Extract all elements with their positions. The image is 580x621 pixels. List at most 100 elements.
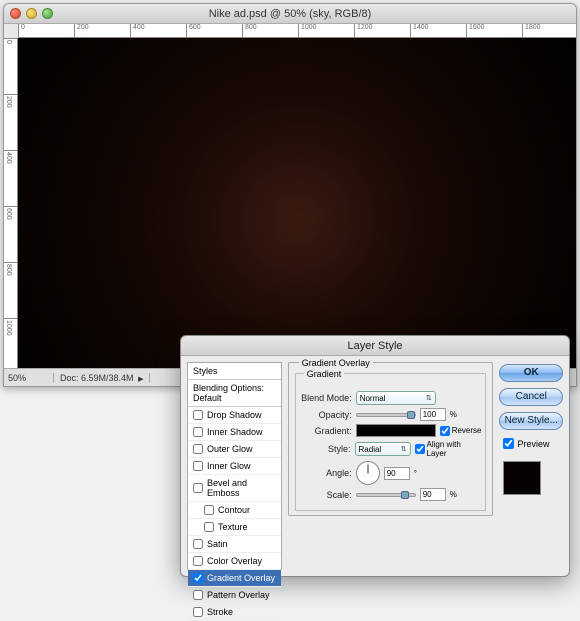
chevron-right-icon: ▶: [138, 376, 143, 383]
doc-info-text: Doc: 6.59M/38.4M: [60, 373, 134, 383]
cancel-button[interactable]: Cancel: [499, 388, 563, 406]
style-pattern-overlay[interactable]: Pattern Overlay: [188, 587, 281, 604]
blending-options[interactable]: Blending Options: Default: [188, 380, 281, 407]
style-label: Drop Shadow: [207, 410, 262, 420]
style-contour[interactable]: Contour: [188, 502, 281, 519]
chevron-down-icon: ⇅: [401, 445, 407, 453]
group-label: Gradient Overlay: [299, 358, 373, 368]
window-title: Nike ad.psd @ 50% (sky, RGB/8): [4, 8, 576, 20]
new-style-button[interactable]: New Style...: [499, 412, 563, 430]
style-color-overlay[interactable]: Color Overlay: [188, 553, 281, 570]
checkbox[interactable]: [193, 573, 203, 583]
angle-input[interactable]: [384, 467, 410, 480]
label-style: Style:: [300, 444, 351, 454]
blend-mode-select[interactable]: Normal ⇅: [356, 391, 436, 405]
slider-thumb[interactable]: [401, 491, 409, 499]
scale-slider[interactable]: [356, 493, 416, 497]
checkbox[interactable]: [193, 427, 203, 437]
row-gradient: Gradient: ▾ Reverse: [300, 424, 482, 437]
ok-button[interactable]: OK: [499, 364, 563, 382]
checkbox[interactable]: [193, 590, 203, 600]
canvas-area[interactable]: [18, 38, 576, 368]
checkbox[interactable]: [193, 410, 203, 420]
minimize-icon[interactable]: [26, 8, 37, 19]
checkbox[interactable]: [415, 444, 425, 454]
style-label: Inner Shadow: [207, 427, 263, 437]
style-select[interactable]: Radial ⇅: [355, 442, 411, 456]
titlebar[interactable]: Nike ad.psd @ 50% (sky, RGB/8): [4, 4, 576, 24]
row-style: Style: Radial ⇅ Align with Layer: [300, 440, 482, 458]
dialog-title[interactable]: Layer Style: [181, 336, 569, 356]
checkbox[interactable]: [193, 556, 203, 566]
checkbox[interactable]: [193, 539, 203, 549]
reverse-checkbox[interactable]: Reverse: [440, 426, 482, 436]
ruler-vertical[interactable]: 02004006008001000: [4, 38, 18, 368]
ruler-tick: 400: [4, 150, 17, 151]
dialog-buttons: OK Cancel New Style... Preview: [499, 362, 563, 570]
style-outer-glow[interactable]: Outer Glow: [188, 441, 281, 458]
document-window: Nike ad.psd @ 50% (sky, RGB/8) 020040060…: [3, 3, 577, 387]
ruler-tick: 1000: [298, 24, 299, 37]
style-label: Contour: [218, 505, 250, 515]
gradient-group: Gradient Blend Mode: Normal ⇅ Opacity: %: [295, 373, 487, 511]
slider-thumb[interactable]: [407, 411, 415, 419]
label-gradient: Gradient:: [300, 426, 352, 436]
checkbox-label: Preview: [517, 439, 549, 449]
ruler-tick: 600: [4, 206, 17, 207]
ruler-tick: 600: [186, 24, 187, 37]
style-label: Gradient Overlay: [207, 573, 275, 583]
select-value: Radial: [359, 445, 382, 454]
pct-label: %: [450, 490, 457, 499]
angle-dial[interactable]: [356, 461, 380, 485]
dialog-body: Styles Blending Options: Default Drop Sh…: [181, 356, 569, 576]
ruler-horizontal[interactable]: 020040060080010001200140016001800: [18, 24, 576, 38]
align-checkbox[interactable]: Align with Layer: [415, 440, 482, 458]
checkbox[interactable]: [193, 461, 203, 471]
style-label: Inner Glow: [207, 461, 251, 471]
ruler-tick: 800: [4, 262, 17, 263]
opacity-slider[interactable]: [356, 413, 416, 417]
style-gradient-overlay[interactable]: Gradient Overlay: [188, 570, 281, 587]
opacity-input[interactable]: [420, 408, 446, 421]
checkbox[interactable]: [204, 522, 214, 532]
close-icon[interactable]: [10, 8, 21, 19]
row-scale: Scale: %: [300, 488, 482, 501]
style-inner-shadow[interactable]: Inner Shadow: [188, 424, 281, 441]
style-inner-glow[interactable]: Inner Glow: [188, 458, 281, 475]
style-texture[interactable]: Texture: [188, 519, 281, 536]
row-blend-mode: Blend Mode: Normal ⇅: [300, 391, 482, 405]
gradient-picker[interactable]: ▾: [356, 424, 436, 437]
artwork: [18, 38, 576, 368]
checkbox[interactable]: [193, 444, 203, 454]
chevron-down-icon: ▾: [429, 426, 433, 434]
preview-swatch: [503, 461, 541, 495]
scale-input[interactable]: [420, 488, 446, 501]
style-label: Texture: [218, 522, 248, 532]
style-stroke[interactable]: Stroke: [188, 604, 281, 621]
preview-checkbox[interactable]: Preview: [503, 438, 563, 449]
select-value: Normal: [360, 394, 386, 403]
ruler-tick: 1800: [522, 24, 523, 37]
label-angle: Angle:: [300, 468, 352, 478]
checkbox[interactable]: [440, 426, 450, 436]
styles-header[interactable]: Styles: [188, 363, 281, 380]
row-opacity: Opacity: %: [300, 408, 482, 421]
zoom-level[interactable]: 50%: [4, 373, 54, 383]
style-bevel-emboss[interactable]: Bevel and Emboss: [188, 475, 281, 502]
style-label: Stroke: [207, 607, 233, 617]
style-satin[interactable]: Satin: [188, 536, 281, 553]
checkbox-label: Reverse: [452, 426, 482, 435]
doc-info[interactable]: Doc: 6.59M/38.4M ▶: [54, 373, 150, 383]
zoom-icon[interactable]: [42, 8, 53, 19]
chevron-down-icon: ⇅: [426, 394, 432, 402]
checkbox[interactable]: [503, 438, 514, 449]
checkbox[interactable]: [204, 505, 214, 515]
checkbox[interactable]: [193, 483, 203, 493]
style-label: Pattern Overlay: [207, 590, 270, 600]
style-drop-shadow[interactable]: Drop Shadow: [188, 407, 281, 424]
styles-list: Styles Blending Options: Default Drop Sh…: [187, 362, 282, 570]
ruler-tick: 0: [4, 38, 17, 39]
checkbox[interactable]: [193, 607, 203, 617]
group-label: Gradient: [304, 369, 345, 379]
pct-label: %: [450, 410, 457, 419]
